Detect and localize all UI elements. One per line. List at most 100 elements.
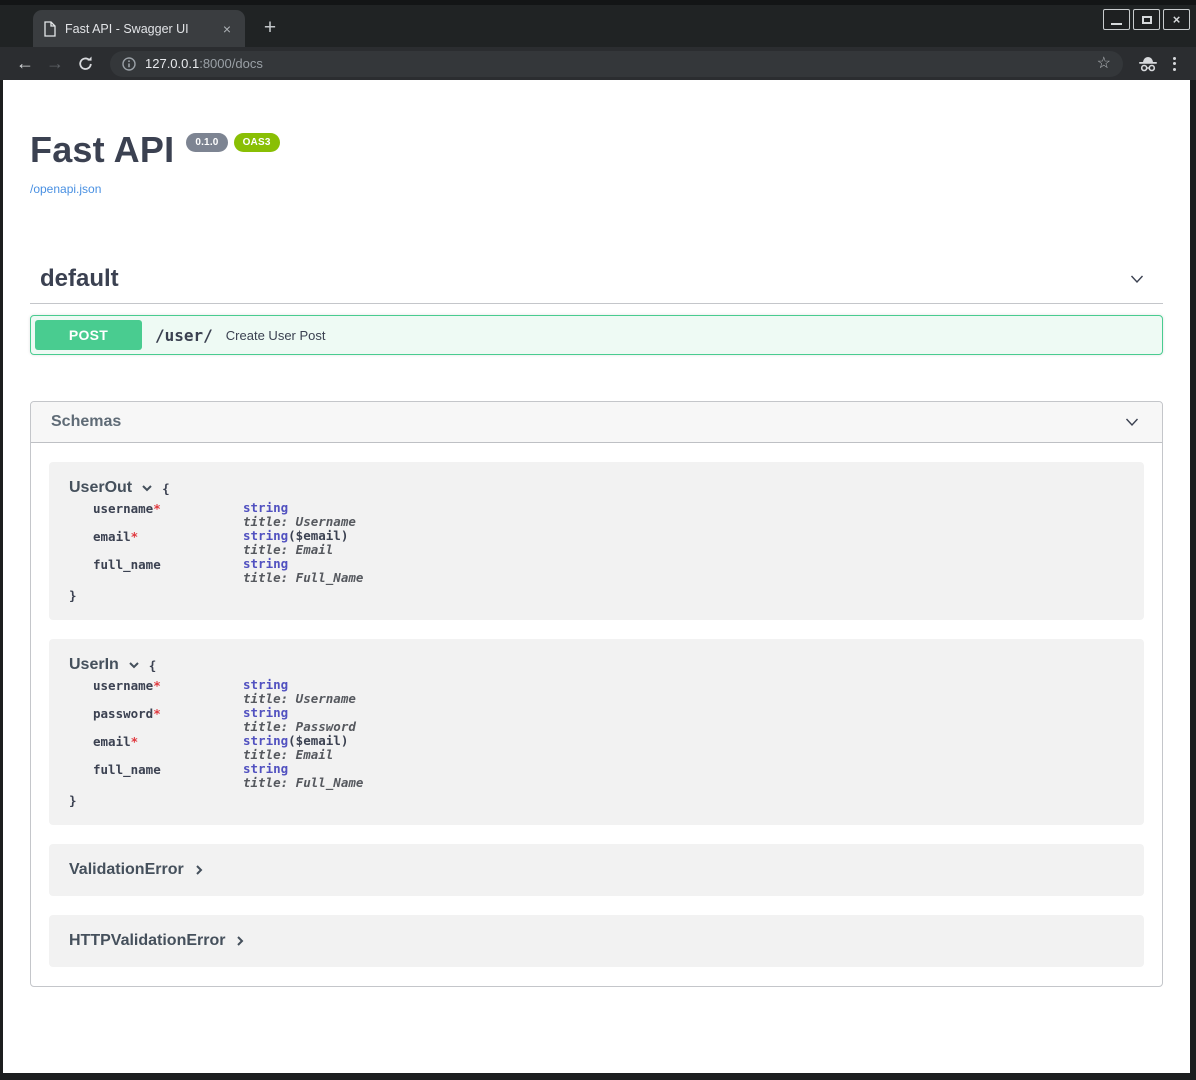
operation-path: /user/ <box>155 326 213 345</box>
incognito-icon <box>1137 55 1159 72</box>
close-icon: × <box>1173 13 1181 26</box>
chevron-right-icon[interactable] <box>193 864 205 876</box>
close-brace: } <box>69 588 1124 603</box>
required-star: * <box>153 501 161 516</box>
chevron-down-icon[interactable] <box>141 482 153 494</box>
property-format: ($email) <box>288 733 348 748</box>
property-type-line: string <box>243 705 288 720</box>
maximize-icon <box>1142 16 1152 24</box>
property-row: username* string title: Username <box>93 501 1124 529</box>
tab-title: Fast API - Swagger UI <box>65 22 210 36</box>
required-star: * <box>131 529 139 544</box>
model-toggle[interactable]: HTTPValidationError <box>69 932 1124 950</box>
model-card-userin: UserIn { username* string title: Usernam… <box>49 639 1144 825</box>
api-info: Fast API 0.1.0 OAS3 /openapi.json <box>30 129 1163 198</box>
reload-icon <box>77 55 94 72</box>
model-properties: username* string title: Username email* … <box>93 501 1124 585</box>
reload-button[interactable] <box>72 51 98 77</box>
property-title: title: Password <box>243 719 356 734</box>
property-type: string <box>243 705 288 720</box>
model-card-validationerror: ValidationError <box>49 844 1144 896</box>
model-toggle[interactable]: UserIn { <box>69 656 1124 674</box>
tab-close-icon[interactable]: × <box>219 20 235 38</box>
model-toggle[interactable]: UserOut { <box>69 479 1124 497</box>
property-title: title: Email <box>243 542 333 557</box>
property-name: email <box>93 529 131 544</box>
window-close-button[interactable]: × <box>1163 9 1190 30</box>
property-type: string <box>243 500 288 515</box>
page-title: Fast API <box>30 129 174 170</box>
open-brace: { <box>149 658 157 673</box>
property-type-line: string <box>243 761 288 776</box>
model-name: HTTPValidationError <box>69 932 225 950</box>
browser-toolbar: ← → 127.0.0.1:8000/docs ☆ <box>0 47 1196 80</box>
property-name: password <box>93 706 153 721</box>
schemas-body: UserOut { username* string title: Userna… <box>31 443 1162 986</box>
url-host: 127.0.0.1 <box>145 56 199 71</box>
property-format: ($email) <box>288 528 348 543</box>
property-title: title: Full_Name <box>243 570 363 585</box>
property-row: email* string($email) title: Email <box>93 529 1124 557</box>
chevron-down-icon[interactable] <box>1122 412 1142 432</box>
model-name: UserOut <box>69 479 132 497</box>
model-name: UserIn <box>69 656 119 674</box>
property-name: full_name <box>93 557 161 572</box>
property-type-line: string($email) <box>243 528 348 543</box>
model-name: ValidationError <box>69 861 184 879</box>
property-type: string <box>243 677 288 692</box>
url-path: :8000/docs <box>199 56 263 71</box>
model-card-userout: UserOut { username* string title: Userna… <box>49 462 1144 620</box>
property-name: username <box>93 501 153 516</box>
site-info-icon[interactable] <box>122 57 136 71</box>
property-row: full_name string title: Full_Name <box>93 557 1124 585</box>
url-text[interactable]: 127.0.0.1:8000/docs <box>145 56 263 71</box>
browser-tab[interactable]: Fast API - Swagger UI × <box>33 10 245 47</box>
tab-strip: Fast API - Swagger UI × + × <box>0 0 1196 47</box>
chevron-down-icon[interactable] <box>128 659 140 671</box>
open-brace: { <box>162 481 170 496</box>
property-title: title: Username <box>243 514 356 529</box>
back-button[interactable]: ← <box>12 51 38 77</box>
incognito-button[interactable] <box>1135 51 1161 77</box>
property-type-line: string($email) <box>243 733 348 748</box>
close-brace: } <box>69 793 1124 808</box>
chevron-down-icon[interactable] <box>1127 269 1147 289</box>
property-title: title: Full_Name <box>243 775 363 790</box>
property-title: title: Username <box>243 691 356 706</box>
model-toggle[interactable]: ValidationError <box>69 861 1124 879</box>
new-tab-button[interactable]: + <box>256 14 284 42</box>
required-star: * <box>131 734 139 749</box>
version-badge: 0.1.0 <box>186 133 227 152</box>
property-row: password* string title: Password <box>93 706 1124 734</box>
property-row: username* string title: Username <box>93 678 1124 706</box>
operation-summary: Create User Post <box>226 328 326 343</box>
window-minimize-button[interactable] <box>1103 9 1130 30</box>
window-maximize-button[interactable] <box>1133 9 1160 30</box>
window-controls: × <box>1103 9 1190 30</box>
property-type: string <box>243 528 288 543</box>
tag-section-default: default POST /user/ Create User Post <box>30 255 1163 355</box>
forward-button[interactable]: → <box>42 51 68 77</box>
required-star: * <box>153 678 161 693</box>
swagger-ui: Fast API 0.1.0 OAS3 /openapi.json defaul… <box>3 129 1190 987</box>
openapi-spec-link[interactable]: /openapi.json <box>30 182 101 196</box>
address-bar[interactable]: 127.0.0.1:8000/docs ☆ <box>110 51 1123 77</box>
model-properties: username* string title: Username passwor… <box>93 678 1124 790</box>
title-badges: 0.1.0 OAS3 <box>186 133 279 152</box>
property-type-line: string <box>243 556 288 571</box>
browser-menu-button[interactable] <box>1165 53 1184 75</box>
property-type: string <box>243 556 288 571</box>
schemas-header[interactable]: Schemas <box>31 402 1162 443</box>
operation-post-user[interactable]: POST /user/ Create User Post <box>30 315 1163 355</box>
property-name: email <box>93 734 131 749</box>
property-row: email* string($email) title: Email <box>93 734 1124 762</box>
tag-header[interactable]: default <box>30 255 1163 304</box>
bookmark-star-icon[interactable]: ☆ <box>1097 56 1111 72</box>
page-favicon-icon <box>43 21 56 37</box>
schemas-section: Schemas UserOut { <box>30 401 1163 987</box>
model-card-httpvalidationerror: HTTPValidationError <box>49 915 1144 967</box>
property-title: title: Email <box>243 747 333 762</box>
chevron-right-icon[interactable] <box>234 935 246 947</box>
property-type: string <box>243 733 288 748</box>
property-name: full_name <box>93 762 161 777</box>
